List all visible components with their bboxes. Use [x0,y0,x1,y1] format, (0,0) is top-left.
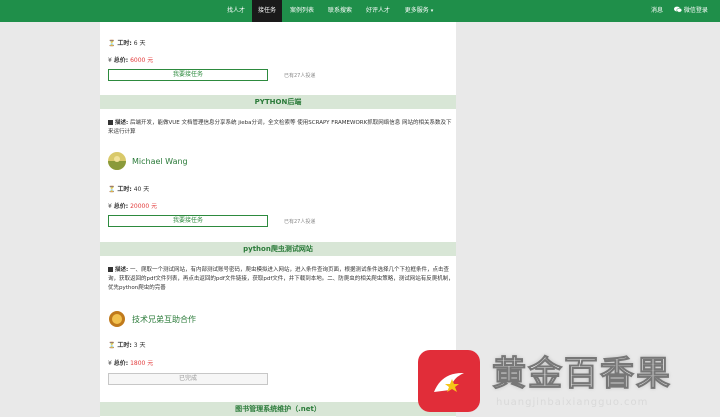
avatar [108,152,126,170]
total-value: 20000 元 [130,203,158,210]
hours-value: 40 天 [133,186,150,193]
task1-applications: 已有27人投递 [284,219,316,225]
hours-value: 6 天 [133,40,146,47]
task1-hours: ⏳ 工时: 40 天 [108,184,149,193]
task0-apply-button[interactable]: 我要接任务 [108,69,268,81]
total-label: 总价: [113,57,129,64]
desc-text: 一、爬取一个测试网站，有内部测试账号密码，爬虫模拟进入网站，进入条件查询页面，根… [108,267,454,291]
nav-case-list[interactable]: 案例列表 [284,0,320,22]
watermark-domain: huangjinbaixiangguo.com [496,397,649,408]
task2-title[interactable]: python爬虫测试网站 [100,242,456,256]
nav-label: 好评人才 [365,7,390,14]
wechat-login-link[interactable]: 微信登录 [674,0,708,22]
total-label: 总价: [113,360,129,367]
messages-link[interactable]: 消息 [651,0,663,22]
total-label: 总价: [113,203,129,210]
nav-top-talent[interactable]: 好评人才 [360,0,396,22]
hours-value: 3 天 [133,342,146,349]
hours-label: 工时: [117,186,132,193]
yen-icon: ¥ [108,57,112,64]
hours-label: 工时: [117,342,132,349]
hours-label: 工时: [117,40,132,47]
task2-total: ¥ 总价: 1800 元 [108,358,153,367]
star-icon [434,372,464,392]
top-nav: 找人才 接任务 案例列表 联系搜索 好评人才 更多服务 ▾ 消息 微信登录 [0,0,720,22]
task-list: ⏳ 工时: 6 天 ¥ 总价: 6000 元 我要接任务 已有27人投递 PYT… [100,22,456,417]
grid-icon [108,120,113,125]
task0-total: ¥ 总价: 6000 元 [108,55,153,64]
nav-find-talent[interactable]: 找人才 [220,0,252,22]
task1-apply-button[interactable]: 我要接任务 [108,215,268,227]
messages-label: 消息 [651,7,664,14]
desc-text: 后端开发，能做VUE 文档管理信息分享系统 jieba分词，全文检索等 使用SC… [108,120,452,135]
task0-hours: ⏳ 工时: 6 天 [108,38,145,47]
task1-title[interactable]: PYTHON后端 [100,95,456,109]
hourglass-icon: ⏳ [108,342,116,349]
task0-applications: 已有27人投递 [284,73,316,79]
nav-contact-search[interactable]: 联系搜索 [322,0,358,22]
nav-label: 联系搜索 [327,7,352,14]
task1-publisher[interactable]: Michael Wang [108,152,188,170]
total-value: 1800 元 [130,360,154,367]
wechat-login-label: 微信登录 [683,7,708,14]
avatar [108,310,126,328]
task2-hours: ⏳ 工时: 3 天 [108,340,145,349]
nav-label: 接任务 [257,7,276,14]
yen-icon: ¥ [108,360,112,367]
total-value: 6000 元 [130,57,154,64]
nav-take-task[interactable]: 接任务 [252,0,282,22]
task2-publisher[interactable]: 技术兄弟互助合作 [108,310,196,328]
hourglass-icon: ⏳ [108,186,116,193]
task1-description: 描述: 后端开发，能做VUE 文档管理信息分享系统 jieba分词，全文检索等 … [108,119,454,137]
watermark-text: 黄金百香果 [492,354,672,395]
desc-label: 描述: [115,267,129,273]
wechat-icon [674,6,684,14]
chevron-down-icon: ▾ [430,8,434,14]
hourglass-icon: ⏳ [108,40,116,47]
nav-label: 找人才 [226,7,245,14]
task2-completed-button: 已完成 [108,373,268,385]
yen-icon: ¥ [108,203,112,210]
watermark-logo [418,350,480,412]
task2-description: 描述: 一、爬取一个测试网站，有内部测试账号密码，爬虫模拟进入网站，进入条件查询… [108,266,454,293]
nav-label: 更多服务 [404,7,429,14]
nav-label: 案例列表 [289,7,314,14]
task3-title[interactable]: 图书管理系统维护（.net） [100,402,456,416]
desc-label: 描述: [115,120,129,126]
publisher-name: Michael Wang [132,156,188,166]
grid-icon [108,267,113,272]
publisher-name: 技术兄弟互助合作 [132,314,196,324]
task1-total: ¥ 总价: 20000 元 [108,201,157,210]
nav-more-services[interactable]: 更多服务 ▾ [398,0,440,22]
